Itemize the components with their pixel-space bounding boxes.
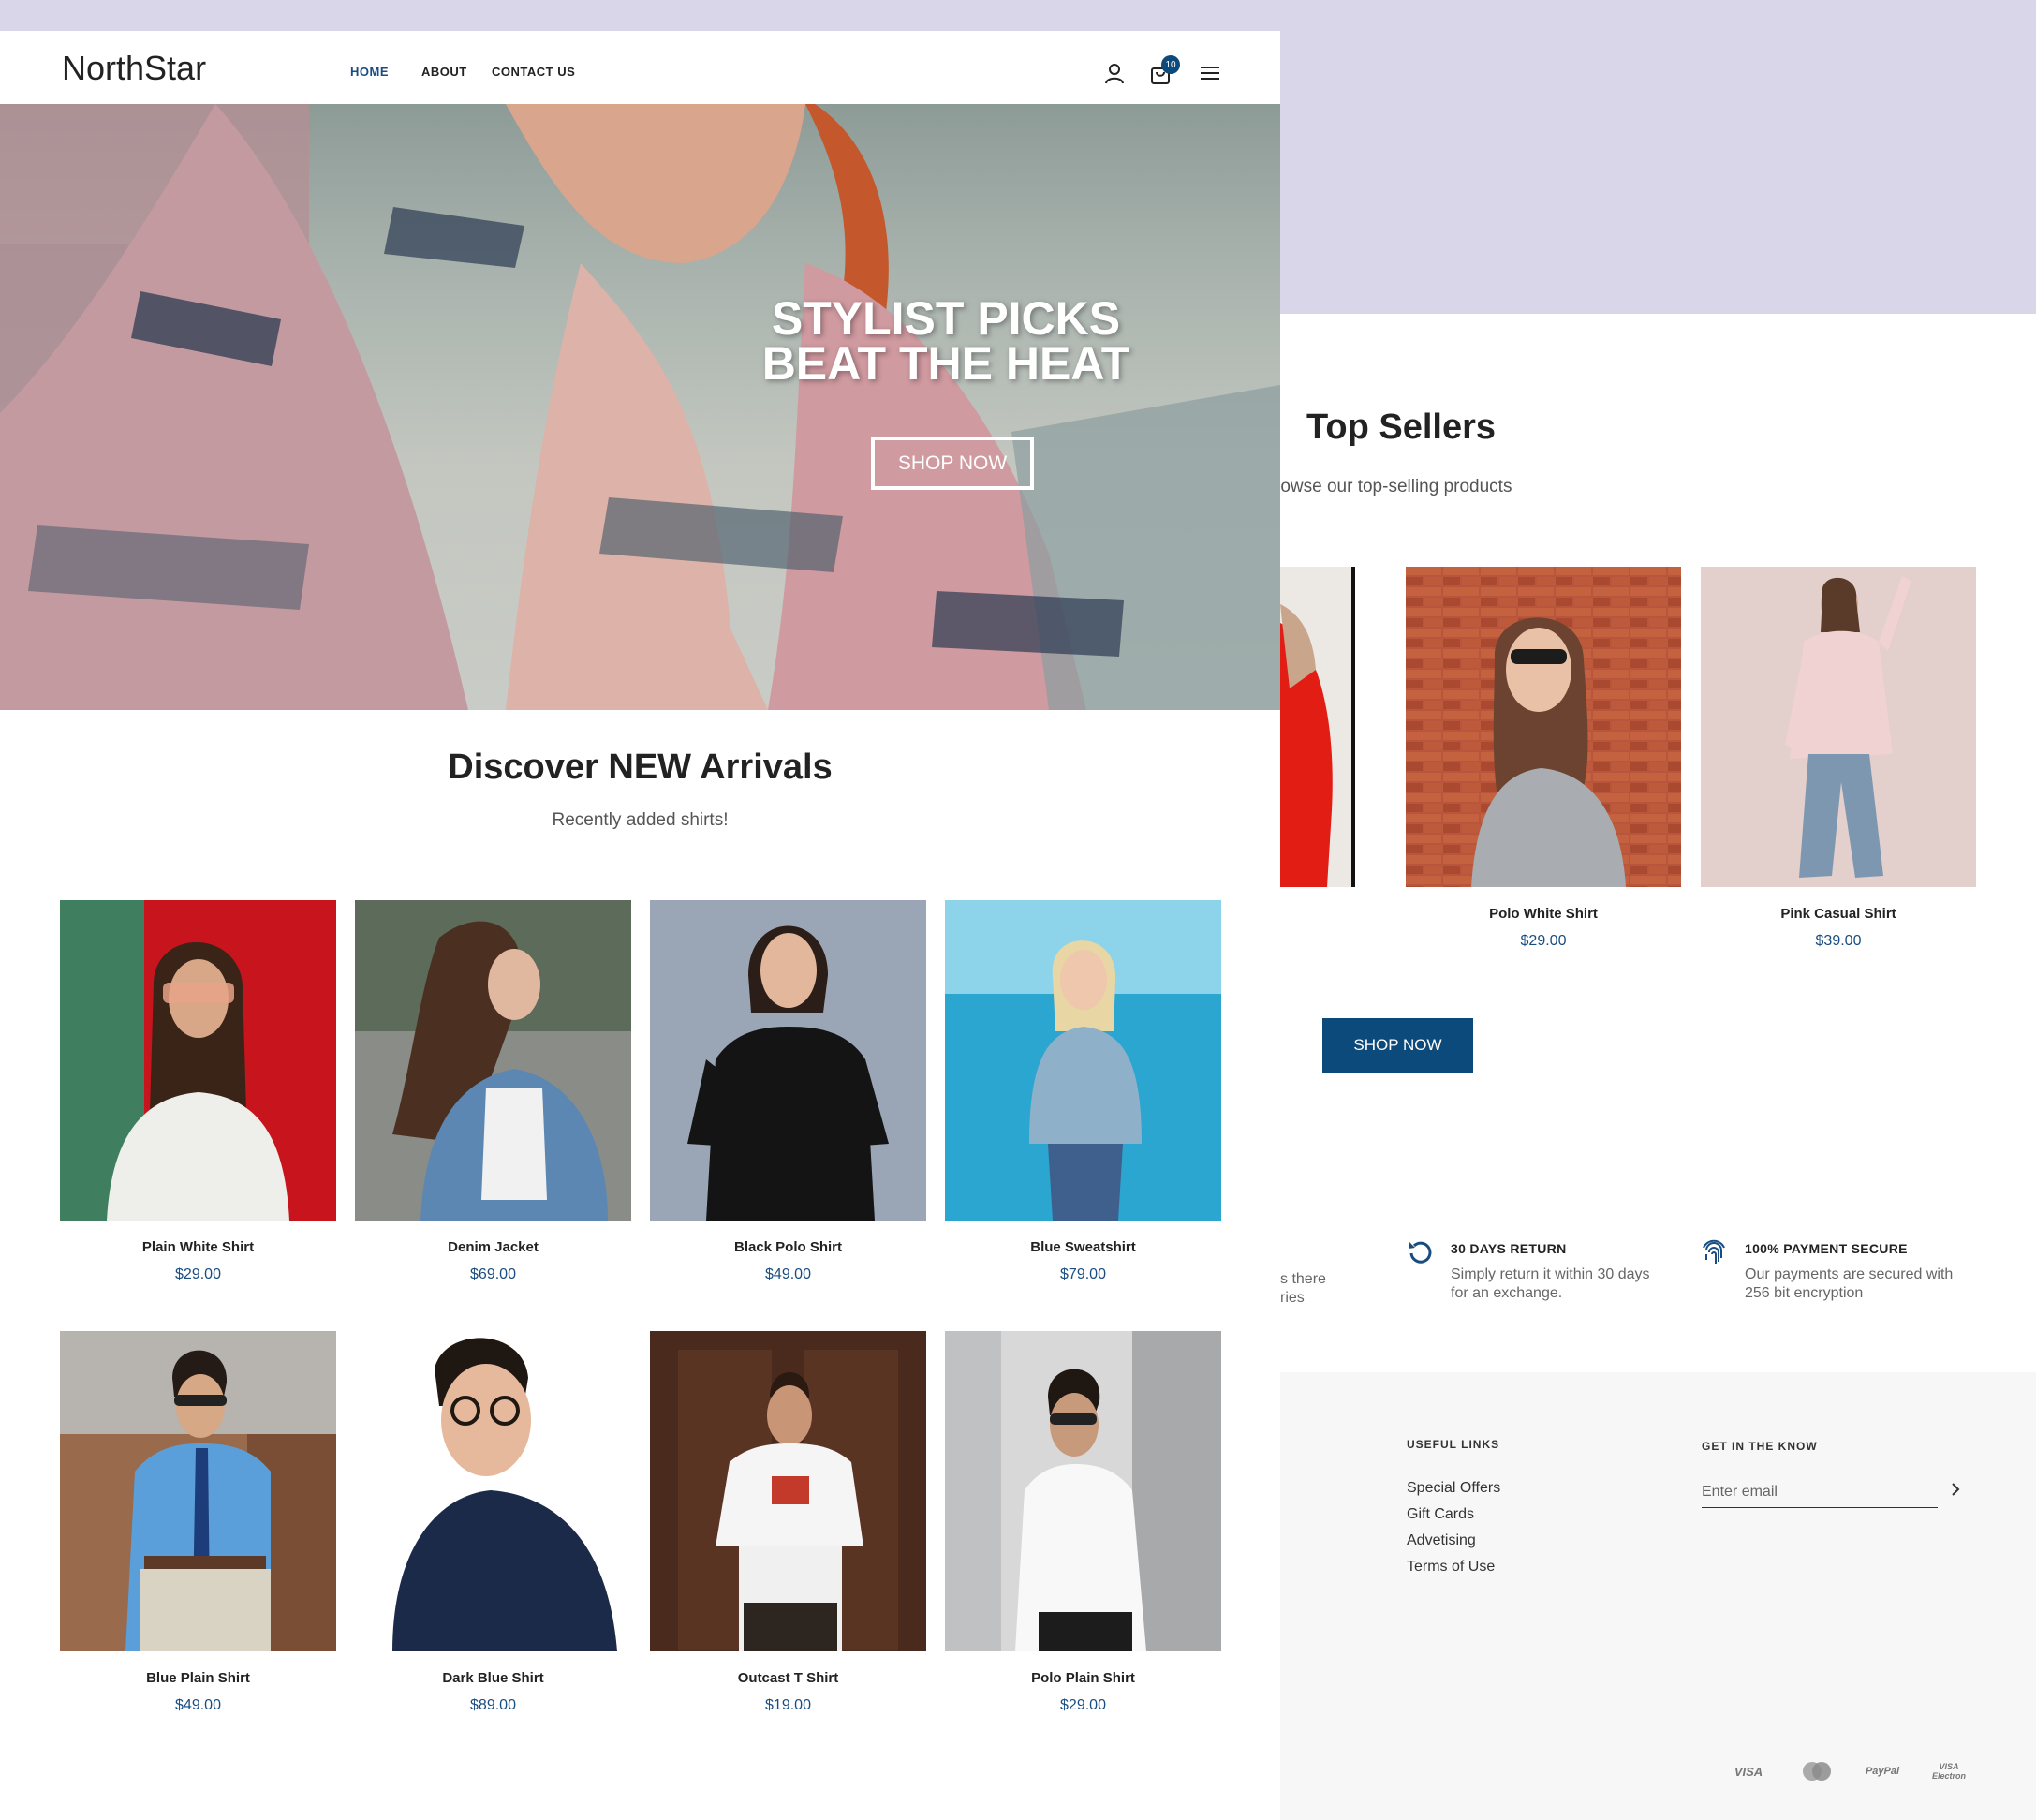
visa-electron-icon: VISA Electron [1931, 1762, 1966, 1781]
product-image [60, 900, 336, 1221]
product-image [1280, 567, 1355, 887]
product-image [355, 900, 631, 1221]
nav-contact[interactable]: CONTACT US [492, 65, 575, 79]
product-card[interactable]: Plain White Shirt $29.00 [60, 900, 336, 1283]
navbar: NorthStar HOME ABOUT CONTACT US 10 [0, 31, 1280, 104]
product-image [650, 1331, 926, 1651]
product-price: $49.00 [175, 1697, 221, 1713]
hero-image [0, 104, 1280, 710]
email-input[interactable]: Enter email [1702, 1480, 1938, 1508]
product-price: $89.00 [470, 1697, 516, 1713]
product-price: $69.00 [470, 1266, 516, 1282]
main-page-preview: NorthStar HOME ABOUT CONTACT US 10 STYLI… [0, 31, 1280, 1820]
chevron-right-icon[interactable] [1949, 1483, 1962, 1496]
product-price: $49.00 [765, 1266, 811, 1282]
product-image [60, 1331, 336, 1651]
brand-logo[interactable]: NorthStar [62, 49, 206, 88]
product-image [945, 1331, 1221, 1651]
product-name[interactable]: Dark Blue Shirt [355, 1670, 631, 1686]
product-card[interactable]: Polo Plain Shirt $29.00 [945, 1331, 1221, 1714]
feature-partial-text: s there ries [1280, 1271, 1326, 1306]
top-sellers-subtitle: rowse our top-selling products [1280, 477, 1512, 496]
hero-title: STYLIST PICKS BEAT THE HEAT [761, 292, 1130, 390]
feature-title: 100% PAYMENT SECURE [1745, 1241, 1908, 1256]
product-price: $29.00 [175, 1266, 221, 1282]
arrivals-subtitle: Recently added shirts! [552, 810, 729, 830]
hero-shop-now-button[interactable]: SHOP NOW [871, 437, 1034, 490]
product-price: $79.00 [1060, 1266, 1106, 1282]
product-card[interactable]: Dark Blue Shirt $89.00 [355, 1331, 631, 1714]
product-card[interactable]: Polo White Shirt $29.00 [1406, 567, 1681, 950]
return-icon [1409, 1241, 1432, 1264]
product-name[interactable]: Plain White Shirt [60, 1239, 336, 1255]
nav-about[interactable]: ABOUT [421, 65, 467, 79]
product-name[interactable]: Black Polo Shirt [650, 1239, 926, 1255]
top-sellers-shop-now-button[interactable]: SHOP NOW [1322, 1018, 1473, 1073]
footer-link[interactable]: Gift Cards [1407, 1506, 1474, 1523]
feature-description: Our payments are secured with 256 bit en… [1745, 1266, 1954, 1301]
product-name[interactable]: Polo White Shirt [1406, 906, 1681, 922]
arrivals-title: Discover NEW Arrivals [448, 747, 833, 787]
secondary-page-preview: Top Sellers rowse our top-selling produc… [1280, 314, 2036, 1820]
product-card-partial[interactable] [1280, 567, 1355, 887]
hero-banner: STYLIST PICKS BEAT THE HEAT SHOP NOW [0, 104, 1280, 710]
product-image [650, 900, 926, 1221]
footer-link[interactable]: Advetising [1407, 1532, 1476, 1549]
product-price: $29.00 [1520, 933, 1567, 949]
product-price: $39.00 [1815, 933, 1862, 949]
product-name[interactable]: Blue Sweatshirt [945, 1239, 1221, 1255]
product-name[interactable]: Polo Plain Shirt [945, 1670, 1221, 1686]
footer-link[interactable]: Special Offers [1407, 1480, 1500, 1497]
useful-links-heading: USEFUL LINKS [1407, 1438, 1500, 1451]
visa-icon: VISA [1734, 1764, 1763, 1779]
product-card[interactable]: Pink Casual Shirt $39.00 [1701, 567, 1976, 950]
product-price: $19.00 [765, 1697, 811, 1713]
paypal-icon: PayPal [1865, 1766, 1900, 1777]
product-card[interactable]: Blue Plain Shirt $49.00 [60, 1331, 336, 1714]
product-card[interactable]: Blue Sweatshirt $79.00 [945, 900, 1221, 1283]
top-sellers-title: Top Sellers [1306, 407, 1497, 447]
cart-count-badge: 10 [1161, 55, 1180, 74]
nav-home[interactable]: HOME [350, 65, 389, 79]
product-price: $29.00 [1060, 1697, 1106, 1713]
product-image [1701, 567, 1976, 887]
product-image [945, 900, 1221, 1221]
product-card[interactable]: Denim Jacket $69.00 [355, 900, 631, 1283]
mastercard-icon [1793, 1758, 1840, 1784]
product-name[interactable]: Outcast T Shirt [650, 1670, 926, 1686]
user-icon[interactable] [1102, 61, 1127, 85]
product-image [1406, 567, 1681, 887]
product-name[interactable]: Blue Plain Shirt [60, 1670, 336, 1686]
footer-link[interactable]: Terms of Use [1407, 1559, 1495, 1576]
product-card[interactable]: Black Polo Shirt $49.00 [650, 900, 926, 1283]
product-image [355, 1331, 631, 1651]
feature-title: 30 DAYS RETURN [1451, 1241, 1567, 1256]
feature-description: Simply return it within 30 days for an e… [1451, 1266, 1650, 1301]
menu-icon[interactable] [1198, 61, 1222, 85]
fingerprint-icon [1703, 1239, 1725, 1264]
product-name[interactable]: Pink Casual Shirt [1701, 906, 1976, 922]
footer: USEFUL LINKS Special Offers Gift Cards A… [1280, 1372, 2036, 1820]
newsletter-heading: GET IN THE KNOW [1702, 1440, 1818, 1453]
product-card[interactable]: Outcast T Shirt $19.00 [650, 1331, 926, 1714]
product-name[interactable]: Denim Jacket [355, 1239, 631, 1255]
